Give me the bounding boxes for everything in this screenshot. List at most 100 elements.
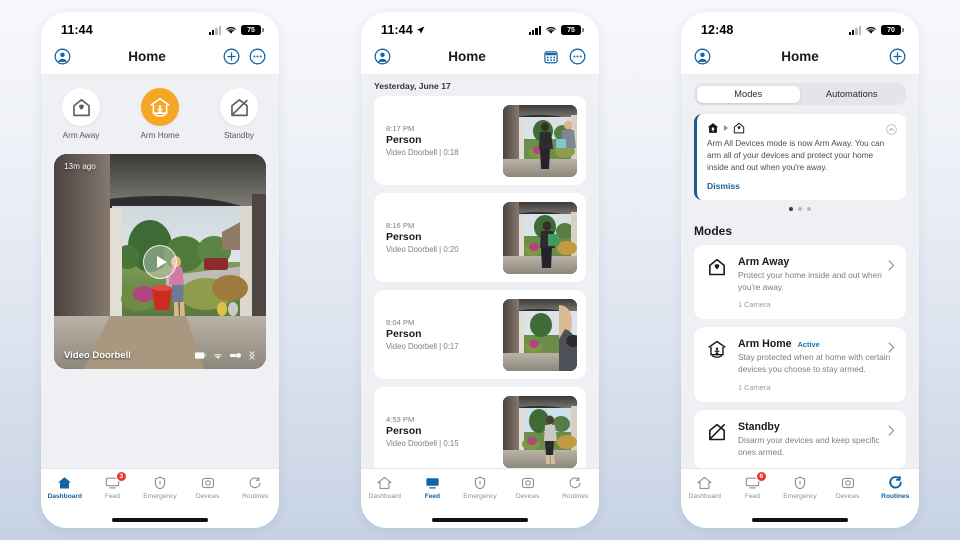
camera-preview-card[interactable]: 13m ago Video Doorbell (54, 154, 266, 369)
location-arrow-icon (416, 26, 425, 34)
tab-label: Emergency (463, 493, 497, 500)
list-item[interactable]: 4:53 PM Person Video Doorbell | 0:15 (374, 387, 586, 468)
account-circle-icon[interactable] (374, 48, 391, 65)
mode-chip-label: Arm Home (140, 131, 180, 140)
house-person-icon (141, 88, 179, 126)
tab-dashboard[interactable]: Dashboard (681, 475, 729, 500)
feed-screen: Yesterday, June 17 8:17 PM Person Video … (361, 74, 599, 468)
list-item[interactable]: 8:16 PM Person Video Doorbell | 0:20 (374, 193, 586, 282)
mode-card-standby[interactable]: Standby Disarm your devices and keep spe… (694, 409, 906, 468)
tab-modes[interactable]: Modes (696, 85, 800, 103)
chevron-right-icon[interactable] (888, 340, 895, 358)
plus-circle-icon[interactable] (889, 48, 906, 65)
mode-description: Stay protected when at home with certain… (738, 352, 891, 375)
tab-automations[interactable]: Automations (800, 86, 904, 103)
event-thumbnail[interactable] (503, 298, 577, 371)
tab-bar: Dashboard 6 Feed Emergency Devices Routi… (681, 468, 919, 512)
mode-chip-arm-away[interactable]: Arm Away (53, 88, 109, 140)
mode-chip-standby[interactable]: Standby (211, 88, 267, 140)
status-time: 12:48 (701, 23, 734, 37)
tab-routines[interactable]: Routines (871, 475, 919, 500)
more-circle-icon[interactable] (249, 48, 266, 65)
battery-level: 70 (887, 26, 895, 34)
tab-emergency[interactable]: Emergency (136, 475, 184, 500)
camera-icon (521, 475, 535, 490)
shield-icon (473, 475, 487, 490)
tab-feed[interactable]: 6 Feed (729, 471, 777, 500)
status-bar: 11:44 75 (41, 12, 279, 42)
tab-devices[interactable]: Devices (184, 475, 232, 500)
more-circle-icon[interactable] (569, 48, 586, 65)
notification-message: Arm All Devices mode is now Arm Away. Yo… (707, 139, 885, 172)
wifi-icon (546, 27, 556, 34)
mode-chip-label: Standby (223, 131, 255, 140)
event-thumbnail[interactable] (503, 395, 577, 468)
event-thumbnail[interactable] (503, 201, 577, 274)
mode-name: Standby (738, 420, 780, 433)
battery-level: 75 (247, 26, 255, 34)
list-item[interactable]: 8:04 PM Person Video Doorbell | 0:17 (374, 290, 586, 379)
tab-routines[interactable]: Routines (551, 475, 599, 500)
event-time: 8:16 PM (386, 220, 415, 230)
carousel-dot[interactable] (788, 206, 793, 211)
event-time: 4:53 PM (386, 414, 415, 424)
carousel-dot[interactable] (797, 206, 803, 211)
status-badge: Active (797, 339, 820, 349)
section-title: Modes (694, 223, 733, 238)
nav-bar: Home (41, 42, 279, 74)
chevron-right-icon[interactable] (888, 423, 895, 441)
tab-bar: Dashboard Feed Emergency Devices Routine… (361, 468, 599, 512)
tab-label: Dashboard (368, 493, 401, 500)
tab-feed[interactable]: 3 Feed (89, 471, 137, 500)
signal-icon (230, 353, 241, 358)
list-item[interactable]: 8:17 PM Person Video Doorbell | 0:18 (374, 96, 586, 185)
chevron-right-icon[interactable] (888, 258, 895, 276)
monitor-icon: 3 (105, 471, 127, 490)
account-circle-icon[interactable] (54, 48, 71, 65)
tab-devices[interactable]: Devices (824, 475, 872, 500)
segmented-control[interactable]: Modes Automations (694, 83, 906, 105)
plus-circle-icon[interactable] (223, 48, 240, 65)
link-icon (249, 351, 255, 360)
mode-device-count: 1 Camera (738, 300, 771, 310)
tab-label: Feed (424, 493, 441, 500)
shield-icon (793, 475, 807, 490)
event-title: Person (386, 327, 422, 340)
event-thumbnail[interactable] (503, 104, 577, 177)
account-circle-icon[interactable] (694, 48, 711, 65)
thumbnail-image (503, 104, 577, 177)
tab-label: Devices (195, 493, 220, 500)
nav-bar: Home (681, 42, 919, 74)
mode-description: Disarm your devices and keep specific on… (738, 434, 880, 457)
mode-chip-arm-home[interactable]: Arm Home (132, 88, 188, 140)
home-icon (57, 475, 72, 490)
screenshot-stage: 11:44 75 Home Arm Away Arm Home Standby … (0, 0, 960, 540)
tab-label: Feed (744, 493, 760, 500)
tab-feed[interactable]: Feed (409, 475, 457, 500)
camera-icon (201, 475, 215, 490)
play-button-icon[interactable] (143, 244, 177, 279)
house-person-icon (706, 338, 728, 392)
mode-card-arm-away[interactable]: Arm Away Protect your home inside and ou… (694, 244, 906, 320)
chevron-up-circle-icon[interactable] (886, 122, 897, 135)
refresh-icon (248, 475, 262, 490)
camera-status-icons (195, 351, 256, 360)
calendar-circle-icon[interactable] (543, 48, 560, 65)
mode-chip-label: Arm Away (62, 131, 100, 140)
tab-emergency[interactable]: Emergency (456, 475, 504, 500)
tab-emergency[interactable]: Emergency (776, 475, 824, 500)
event-subtitle: Video Doorbell | 0:20 (386, 245, 459, 255)
tab-dashboard[interactable]: Dashboard (361, 475, 409, 500)
tab-routines[interactable]: Routines (231, 475, 279, 500)
thumbnail-image (503, 201, 577, 274)
feed-badge: 6 (755, 471, 767, 482)
event-time: 8:17 PM (386, 123, 415, 133)
tab-label: Devices (835, 493, 860, 500)
mode-card-arm-home[interactable]: Arm Home Active Stay protected when at h… (694, 327, 906, 402)
dismiss-button[interactable]: Dismiss (707, 181, 896, 191)
tab-devices[interactable]: Devices (504, 475, 552, 500)
thumbnail-image (503, 298, 577, 371)
refresh-icon (888, 475, 903, 490)
wifi-icon (866, 27, 876, 34)
tab-dashboard[interactable]: Dashboard (41, 475, 89, 500)
